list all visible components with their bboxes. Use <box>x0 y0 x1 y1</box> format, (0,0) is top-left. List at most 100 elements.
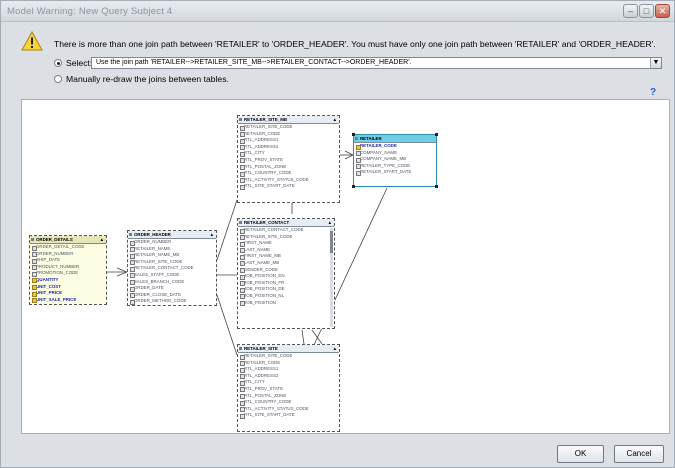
table-header[interactable]: ORDER_HEADER ▲ <box>128 231 216 239</box>
table-column: RETAILER_CONTACT_CODE <box>128 265 216 272</box>
table-column: RETAILER_SITE_CODE <box>238 353 339 360</box>
join-diagram-canvas[interactable]: ORDER_DETAILS ▲ ORDER_DETAIL_CODE ORDER_N… <box>21 99 670 434</box>
resize-handle[interactable] <box>435 133 438 136</box>
table-column: RTL_ADDRESS1 <box>238 137 339 144</box>
table-column: QUANTITY <box>30 277 106 284</box>
table-column: UNIT_COST <box>30 284 106 291</box>
table-column: LAST_NAME <box>238 247 334 254</box>
table-header[interactable]: RETAILER_SITE ▲ <box>238 345 339 353</box>
table-column: RTL_CITY <box>238 379 339 386</box>
table-column: JOB_POSITION_DE <box>238 286 334 293</box>
table-column: ORDER_DETAIL_CODE <box>30 244 106 251</box>
resize-handle[interactable] <box>352 133 355 136</box>
table-column: RTL_POSTAL_ZONE <box>238 393 339 400</box>
table-column: PROMOTION_CODE <box>30 270 106 277</box>
warning-triangle-icon <box>21 31 43 51</box>
table-column: FIRST_NAME <box>238 240 334 247</box>
manual-redraw-radio[interactable] <box>54 75 62 83</box>
table-column: ORDER_METHOD_CODE <box>128 298 216 305</box>
minimize-button[interactable]: – <box>623 4 638 18</box>
table-header[interactable]: RETAILER_CONTACT ▲ <box>238 219 334 227</box>
table-column: RTL_PROV_STATE <box>238 157 339 164</box>
table-column: ORDER_NUMBER <box>128 239 216 246</box>
table-column: PRODUCT_NUMBER <box>30 264 106 271</box>
model-warning-dialog: Model Warning: New Query Subject 4 – □ ✕… <box>0 0 675 468</box>
ok-button[interactable]: OK <box>557 445 604 463</box>
table-column: RETAILER_SITE_CODE <box>238 234 334 241</box>
manual-redraw-label: Manually re-draw the joins between table… <box>66 74 229 84</box>
table-order-header[interactable]: ORDER_HEADER ▲ ORDER_NUMBER RETAILER_NAME… <box>127 230 217 306</box>
select-path-radio[interactable] <box>54 59 62 67</box>
select-path-label: Select: <box>66 58 93 68</box>
join-path-select-value: Use the join path 'RETAILER-->RETAILER_S… <box>96 59 412 66</box>
table-column: RTL_ACTIVITY_STATUS_CODE <box>238 406 339 413</box>
resize-handle[interactable] <box>352 185 355 188</box>
table-column: JOB_POSITION_FR <box>238 280 334 287</box>
maximize-button[interactable]: □ <box>639 4 654 18</box>
window-title: Model Warning: New Query Subject 4 <box>7 6 173 17</box>
cancel-button[interactable]: Cancel <box>614 445 664 463</box>
resize-handle[interactable] <box>435 185 438 188</box>
minimize-icon: – <box>627 6 633 16</box>
table-column: RETAILER_CODE <box>354 143 436 150</box>
table-column: JOB_POSITION_NL <box>238 293 334 300</box>
table-column: RETAILER_SITE_CODE <box>238 124 339 131</box>
table-order-details[interactable]: ORDER_DETAILS ▲ ORDER_DETAIL_CODE ORDER_N… <box>29 235 107 305</box>
table-column: RTL_PROV_STATE <box>238 386 339 393</box>
table-column: LAST_NAME_MB <box>238 260 334 267</box>
table-column: RETAILER_NAME_MB <box>128 252 216 259</box>
table-column: ORDER_DATE <box>128 285 216 292</box>
join-path-select[interactable]: Use the join path 'RETAILER-->RETAILER_S… <box>91 57 662 69</box>
table-column: ORDER_NUMBER <box>30 251 106 258</box>
table-column: COMPANY_NAME_MB <box>354 156 436 163</box>
table-column: RETAILER_TYPE_CODE <box>354 163 436 170</box>
chevron-down-icon[interactable]: ▼ <box>650 58 661 68</box>
table-column: RTL_SITE_START_DATE <box>238 412 339 419</box>
table-column: RTL_POSTAL_ZONE <box>238 164 339 171</box>
table-column: GENDER_CODE <box>238 267 334 274</box>
table-column: COMPANY_NAME <box>354 150 436 157</box>
warning-message: There is more than one join path between… <box>54 39 656 49</box>
table-column: FIRST_NAME_MB <box>238 253 334 260</box>
table-column: RETAILER_CODE <box>238 131 339 138</box>
table-column: RETAILER_CODE <box>238 360 339 367</box>
table-retailer[interactable]: RETAILER RETAILER_CODE COMPANY_NAME COMP… <box>352 133 438 188</box>
table-header[interactable]: ORDER_DETAILS ▲ <box>30 236 106 244</box>
table-column: RETAILER_START_DATE <box>354 169 436 176</box>
table-column: RTL_COUNTRY_CODE <box>238 399 339 406</box>
table-header[interactable]: RETAILER_SITE_MB ▲ <box>238 116 339 124</box>
table-column: UNIT_PRICE <box>30 290 106 297</box>
table-column: ORDER_CLOSE_DATE <box>128 292 216 299</box>
maximize-icon: □ <box>643 6 650 16</box>
help-icon[interactable]: ? <box>650 87 656 98</box>
join-line <box>216 294 238 356</box>
table-column: RTL_ADDRESS2 <box>238 144 339 151</box>
table-column: RETAILER_CONTACT_CODE <box>238 227 334 234</box>
table-column: JOB_POSITION <box>238 300 334 307</box>
table-column: RTL_COUNTRY_CODE <box>238 170 339 177</box>
table-column: RTL_CITY <box>238 150 339 157</box>
title-bar[interactable]: Model Warning: New Query Subject 4 – □ ✕ <box>1 1 674 22</box>
table-column: RTL_ADDRESS2 <box>238 373 339 380</box>
join-line <box>301 329 305 345</box>
table-retailer-site[interactable]: RETAILER_SITE ▲ RETAILER_SITE_CODE RETAIL… <box>237 344 340 432</box>
table-column: UNIT_SALE_PRICE <box>30 297 106 304</box>
table-column: SHIP_DATE <box>30 257 106 264</box>
table-column: RTL_ADDRESS1 <box>238 366 339 373</box>
table-retailer-contact[interactable]: RETAILER_CONTACT ▲ RETAILER_CONTACT_CODE … <box>237 218 335 329</box>
join-lines <box>107 150 388 356</box>
table-column: RTL_SITE_START_DATE <box>238 183 339 190</box>
close-icon: ✕ <box>658 6 667 16</box>
close-button[interactable]: ✕ <box>655 4 670 18</box>
join-line <box>311 329 323 345</box>
table-column: SALES_STAFF_CODE <box>128 272 216 279</box>
table-column: RETAILER_SITE_CODE <box>128 259 216 266</box>
join-line <box>216 199 238 261</box>
table-column: RTL_ACTIVITY_STATUS_CODE <box>238 177 339 184</box>
table-column: JOB_POSITION_EN <box>238 273 334 280</box>
table-retailer-site-mb[interactable]: RETAILER_SITE_MB ▲ RETAILER_SITE_CODE RET… <box>237 115 340 203</box>
table-column: SALES_BRANCH_CODE <box>128 279 216 286</box>
table-scrollbar-thumb[interactable] <box>330 231 333 253</box>
table-column: RETAILER_NAME <box>128 246 216 253</box>
table-header[interactable]: RETAILER <box>354 135 436 143</box>
